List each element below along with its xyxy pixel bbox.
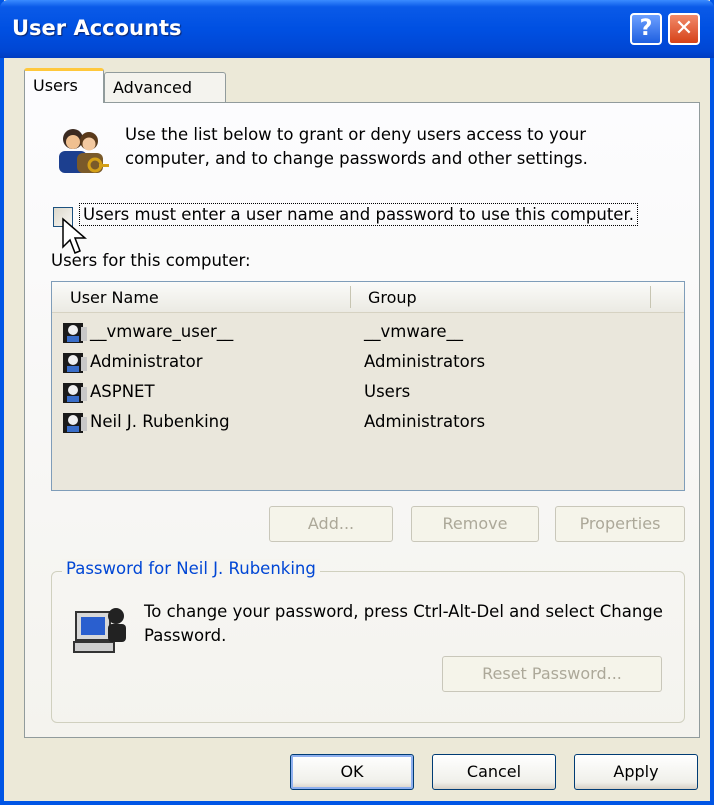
- user-name: ASPNET: [90, 382, 155, 401]
- users-list-label: Users for this computer:: [51, 251, 251, 270]
- title-bar[interactable]: User Accounts ? ✕: [0, 0, 714, 58]
- user-group: Administrators: [364, 352, 486, 371]
- user-name: Administrator: [90, 352, 203, 371]
- cancel-button[interactable]: Cancel: [432, 754, 556, 790]
- tab-users[interactable]: Users: [24, 68, 104, 103]
- password-instructions: To change your password, press Ctrl-Alt-…: [144, 602, 663, 645]
- apply-button[interactable]: Apply: [574, 754, 698, 790]
- table-row[interactable]: ASPNET Users: [58, 378, 678, 408]
- window-title: User Accounts: [12, 16, 182, 40]
- user-icon: [63, 383, 87, 403]
- listview-header: User Name Group: [52, 282, 684, 313]
- intro-text: Use the list below to grant or deny user…: [125, 125, 588, 168]
- column-header-group[interactable]: Group: [368, 288, 417, 307]
- tab-advanced[interactable]: Advanced: [104, 72, 226, 102]
- user-group: Administrators: [364, 412, 486, 431]
- computer-user-icon: [73, 608, 126, 653]
- user-accounts-window: User Accounts ? ✕ Users Advanced Use the…: [0, 0, 714, 805]
- password-groupbox: Password for Neil J. Rubenking To change…: [51, 559, 685, 723]
- table-row[interactable]: Neil J. Rubenking Administrators: [58, 408, 678, 438]
- users-listview[interactable]: User Name Group __vmware_user__ __vmware…: [51, 281, 685, 491]
- close-button[interactable]: ✕: [668, 13, 700, 45]
- table-row[interactable]: Administrator Administrators: [58, 348, 678, 378]
- column-separator[interactable]: [650, 286, 651, 308]
- column-header-user-name[interactable]: User Name: [70, 288, 159, 307]
- users-keys-icon: [59, 129, 109, 173]
- user-group: __vmware__: [364, 322, 464, 341]
- password-group-title: Password for Neil J. Rubenking: [62, 559, 320, 578]
- user-icon: [63, 323, 87, 343]
- users-tab-panel: Use the list below to grant or deny user…: [24, 102, 700, 738]
- user-icon: [63, 413, 87, 433]
- column-separator[interactable]: [350, 286, 351, 308]
- add-button[interactable]: Add...: [269, 506, 393, 542]
- help-button[interactable]: ?: [630, 13, 662, 45]
- ok-button[interactable]: OK: [290, 754, 414, 790]
- user-name: Neil J. Rubenking: [90, 412, 230, 431]
- table-row[interactable]: __vmware_user__ __vmware__: [58, 318, 678, 348]
- require-password-label[interactable]: Users must enter a user name and passwor…: [79, 203, 638, 226]
- user-group: Users: [364, 382, 411, 401]
- properties-button[interactable]: Properties: [555, 506, 685, 542]
- remove-button[interactable]: Remove: [411, 506, 539, 542]
- user-icon: [63, 353, 87, 373]
- reset-password-button[interactable]: Reset Password...: [442, 656, 662, 692]
- user-name: __vmware_user__: [90, 322, 234, 341]
